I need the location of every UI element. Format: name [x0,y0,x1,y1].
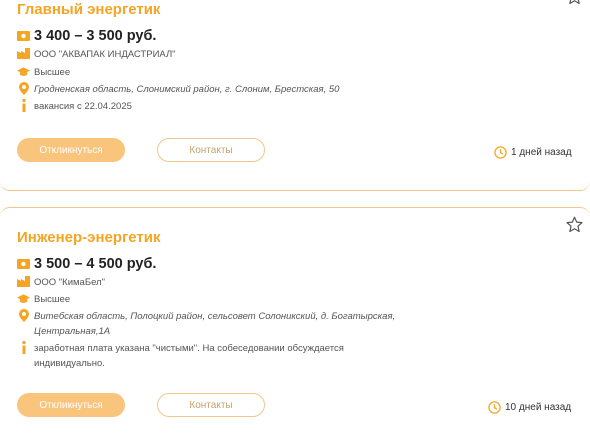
vacancy-info: заработная плата указана "чистыми". На с… [34,341,344,371]
star-icon[interactable] [566,0,583,5]
address-line: Центральная,1А [34,326,111,337]
salary: 3 400 – 3 500 руб. [34,28,157,44]
clock-icon [488,401,501,414]
posted-ago-text: 10 дней назад [505,402,572,413]
info-line: заработная плата указана "чистыми". На с… [34,343,344,354]
vacancy-title[interactable]: Инженер-энергетик [17,229,161,246]
location-pin-icon [17,82,30,95]
vacancy-card: Инженер-энергетик 3 500 – 4 500 руб. ООО… [0,207,590,438]
info-icon [17,341,30,354]
education: Высшее [34,67,71,78]
star-icon[interactable] [566,216,583,233]
education: Высшее [34,294,71,305]
address: Витебская область, Полоцкий район, сельс… [34,309,395,339]
money-icon [17,29,30,42]
address: Гродненская область, Слонимский район, г… [34,84,340,95]
info-line: индивидуально. [34,358,105,369]
address-line: Витебская область, Полоцкий район, сельс… [34,311,396,322]
building-icon [17,47,30,60]
company-name: ООО "КимаБел" [34,277,105,288]
building-icon [17,275,30,288]
company-name: ООО "АКВАПАК ИНДАСТРИАЛ" [34,49,176,60]
respond-button[interactable]: Откликнуться [17,393,125,417]
respond-button[interactable]: Откликнуться [17,138,125,162]
graduation-cap-icon [17,65,30,78]
salary: 3 500 – 4 500 руб. [34,256,157,272]
info-icon [17,99,30,112]
posted-ago-text: 1 дней назад [511,147,572,158]
vacancy-info: вакансия с 22.04.2025 [34,101,132,112]
contacts-button[interactable]: Контакты [157,393,265,417]
contacts-button[interactable]: Контакты [157,138,265,162]
vacancy-card: Главный энергетик 3 400 – 3 500 руб. ООО… [0,0,590,191]
money-icon [17,257,30,270]
clock-icon [494,146,507,159]
graduation-cap-icon [17,292,30,305]
posted-ago: 10 дней назад [488,401,571,414]
posted-ago: 1 дней назад [494,146,572,159]
location-pin-icon [17,309,30,322]
vacancy-title[interactable]: Главный энергетик [17,1,160,18]
